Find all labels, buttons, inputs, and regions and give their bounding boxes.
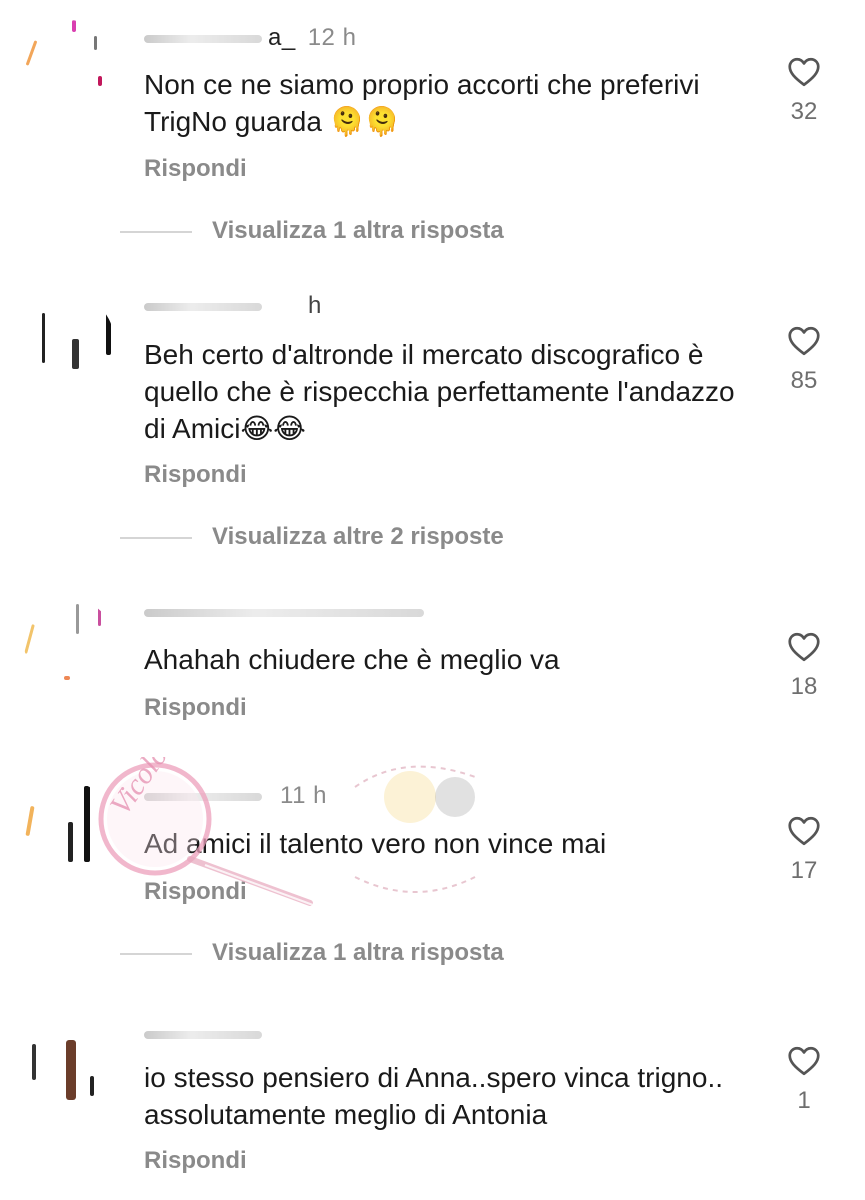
divider-line [120, 536, 192, 539]
redacted-username [144, 1030, 262, 1039]
view-replies-button[interactable]: Visualizza 1 altra risposta [120, 939, 504, 967]
like-count: 17 [790, 857, 818, 884]
redacted-username [144, 608, 424, 617]
like-control: 85 [784, 323, 824, 395]
heart-outline-icon[interactable] [786, 629, 822, 665]
comment-time: 11 h [280, 782, 327, 809]
avatar[interactable] [24, 20, 114, 110]
view-replies-label: Visualizza 1 altra risposta [212, 939, 504, 966]
comment-text: io stesso pensiero di Anna..spero vinca … [144, 1059, 744, 1133]
like-count: 32 [790, 98, 818, 125]
comment-text: Non ce ne siamo proprio accorti che pref… [144, 66, 744, 140]
heart-outline-icon[interactable] [786, 54, 822, 90]
view-replies-label: Visualizza altre 2 risposte [212, 523, 504, 550]
comment-text-content: Ad amici il talento vero non vince mai [144, 828, 607, 859]
reply-button[interactable]: Rispondi [144, 694, 247, 722]
avatar[interactable] [24, 598, 114, 688]
comment-username[interactable]: a_ 12 h [144, 24, 356, 52]
avatar[interactable] [24, 1022, 114, 1112]
redacted-username [144, 34, 262, 43]
avatar[interactable] [24, 295, 114, 385]
tears-of-joy-emoji: 😂😂 [240, 412, 306, 445]
like-control: 18 [784, 629, 824, 701]
comment-time: h [308, 292, 322, 319]
comment-text-content: Ahahah chiudere che è meglio va [144, 644, 560, 675]
comment-text-content: Non ce ne siamo proprio accorti che pref… [144, 69, 700, 137]
reply-button[interactable]: Rispondi [144, 878, 247, 906]
comment-text: Ad amici il talento vero non vince mai [144, 825, 744, 862]
reply-button[interactable]: Rispondi [144, 1147, 247, 1175]
like-count: 18 [790, 673, 818, 700]
reply-button[interactable]: Rispondi [144, 461, 247, 489]
comment-username[interactable]: 11 h [144, 782, 327, 810]
comment-text: Beh certo d'altronde il mercato discogra… [144, 336, 744, 447]
like-control: 17 [784, 813, 824, 885]
divider-line [120, 230, 192, 233]
redacted-username [144, 302, 262, 311]
comment-text-content: io stesso pensiero di Anna..spero vinca … [144, 1062, 724, 1130]
melting-face-emoji: 🫠🫠 [329, 105, 400, 138]
comment-time: 12 h [307, 24, 357, 51]
view-replies-button[interactable]: Visualizza 1 altra risposta [120, 217, 504, 245]
redacted-username [144, 792, 262, 801]
view-replies-label: Visualizza 1 altra risposta [212, 217, 504, 244]
divider-line [120, 952, 192, 955]
comment-username[interactable]: h [144, 292, 322, 320]
comment-username[interactable] [144, 598, 442, 626]
view-replies-button[interactable]: Visualizza altre 2 risposte [120, 523, 504, 551]
like-control: 32 [784, 54, 824, 126]
heart-outline-icon[interactable] [786, 323, 822, 359]
avatar[interactable] [24, 782, 114, 872]
like-control: 1 [784, 1043, 824, 1115]
like-count: 1 [797, 1087, 811, 1114]
comment-username[interactable] [144, 1020, 280, 1048]
heart-outline-icon[interactable] [786, 813, 822, 849]
heart-outline-icon[interactable] [786, 1043, 822, 1079]
comment-text-content: Beh certo d'altronde il mercato discogra… [144, 339, 735, 444]
username-suffix: a_ [268, 24, 296, 51]
like-count: 85 [790, 367, 818, 394]
comment-text: Ahahah chiudere che è meglio va [144, 641, 744, 678]
reply-button[interactable]: Rispondi [144, 155, 247, 183]
